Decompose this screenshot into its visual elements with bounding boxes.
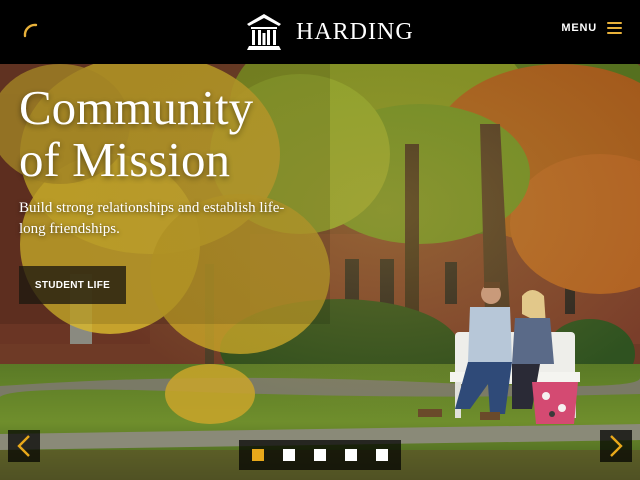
carousel-prev-button[interactable] bbox=[8, 430, 40, 462]
hero-subheadline: Build strong relationships and establish… bbox=[19, 200, 285, 237]
carousel-dot-2[interactable] bbox=[283, 449, 295, 461]
chevron-right-icon bbox=[610, 435, 623, 457]
student-life-button[interactable]: STUDENT LIFE bbox=[19, 266, 126, 304]
carousel-dot-4[interactable] bbox=[345, 449, 357, 461]
carousel-dot-5[interactable] bbox=[376, 449, 388, 461]
hero-headline-line1: Community bbox=[19, 80, 254, 135]
site-header: HARDING MENU bbox=[0, 0, 640, 64]
hero-headline-line2: of Mission bbox=[19, 132, 231, 187]
chevron-left-icon bbox=[17, 435, 30, 457]
harding-logo[interactable]: HARDING bbox=[243, 11, 414, 53]
hero-carousel: Community of Mission Build strong relati… bbox=[0, 64, 640, 480]
carousel-pagination bbox=[239, 440, 401, 470]
hamburger-menu-icon bbox=[607, 22, 622, 34]
menu-label: MENU bbox=[561, 22, 597, 34]
hero-headline: Community of Mission bbox=[19, 82, 253, 186]
harding-building-logo-icon bbox=[247, 14, 281, 50]
carousel-dot-1[interactable] bbox=[252, 449, 264, 461]
carousel-next-button[interactable] bbox=[600, 430, 632, 462]
loading-spinner-icon bbox=[23, 23, 38, 38]
menu-button[interactable]: MENU bbox=[561, 22, 622, 34]
brand-name: HARDING bbox=[296, 19, 414, 45]
carousel-dot-3[interactable] bbox=[314, 449, 326, 461]
